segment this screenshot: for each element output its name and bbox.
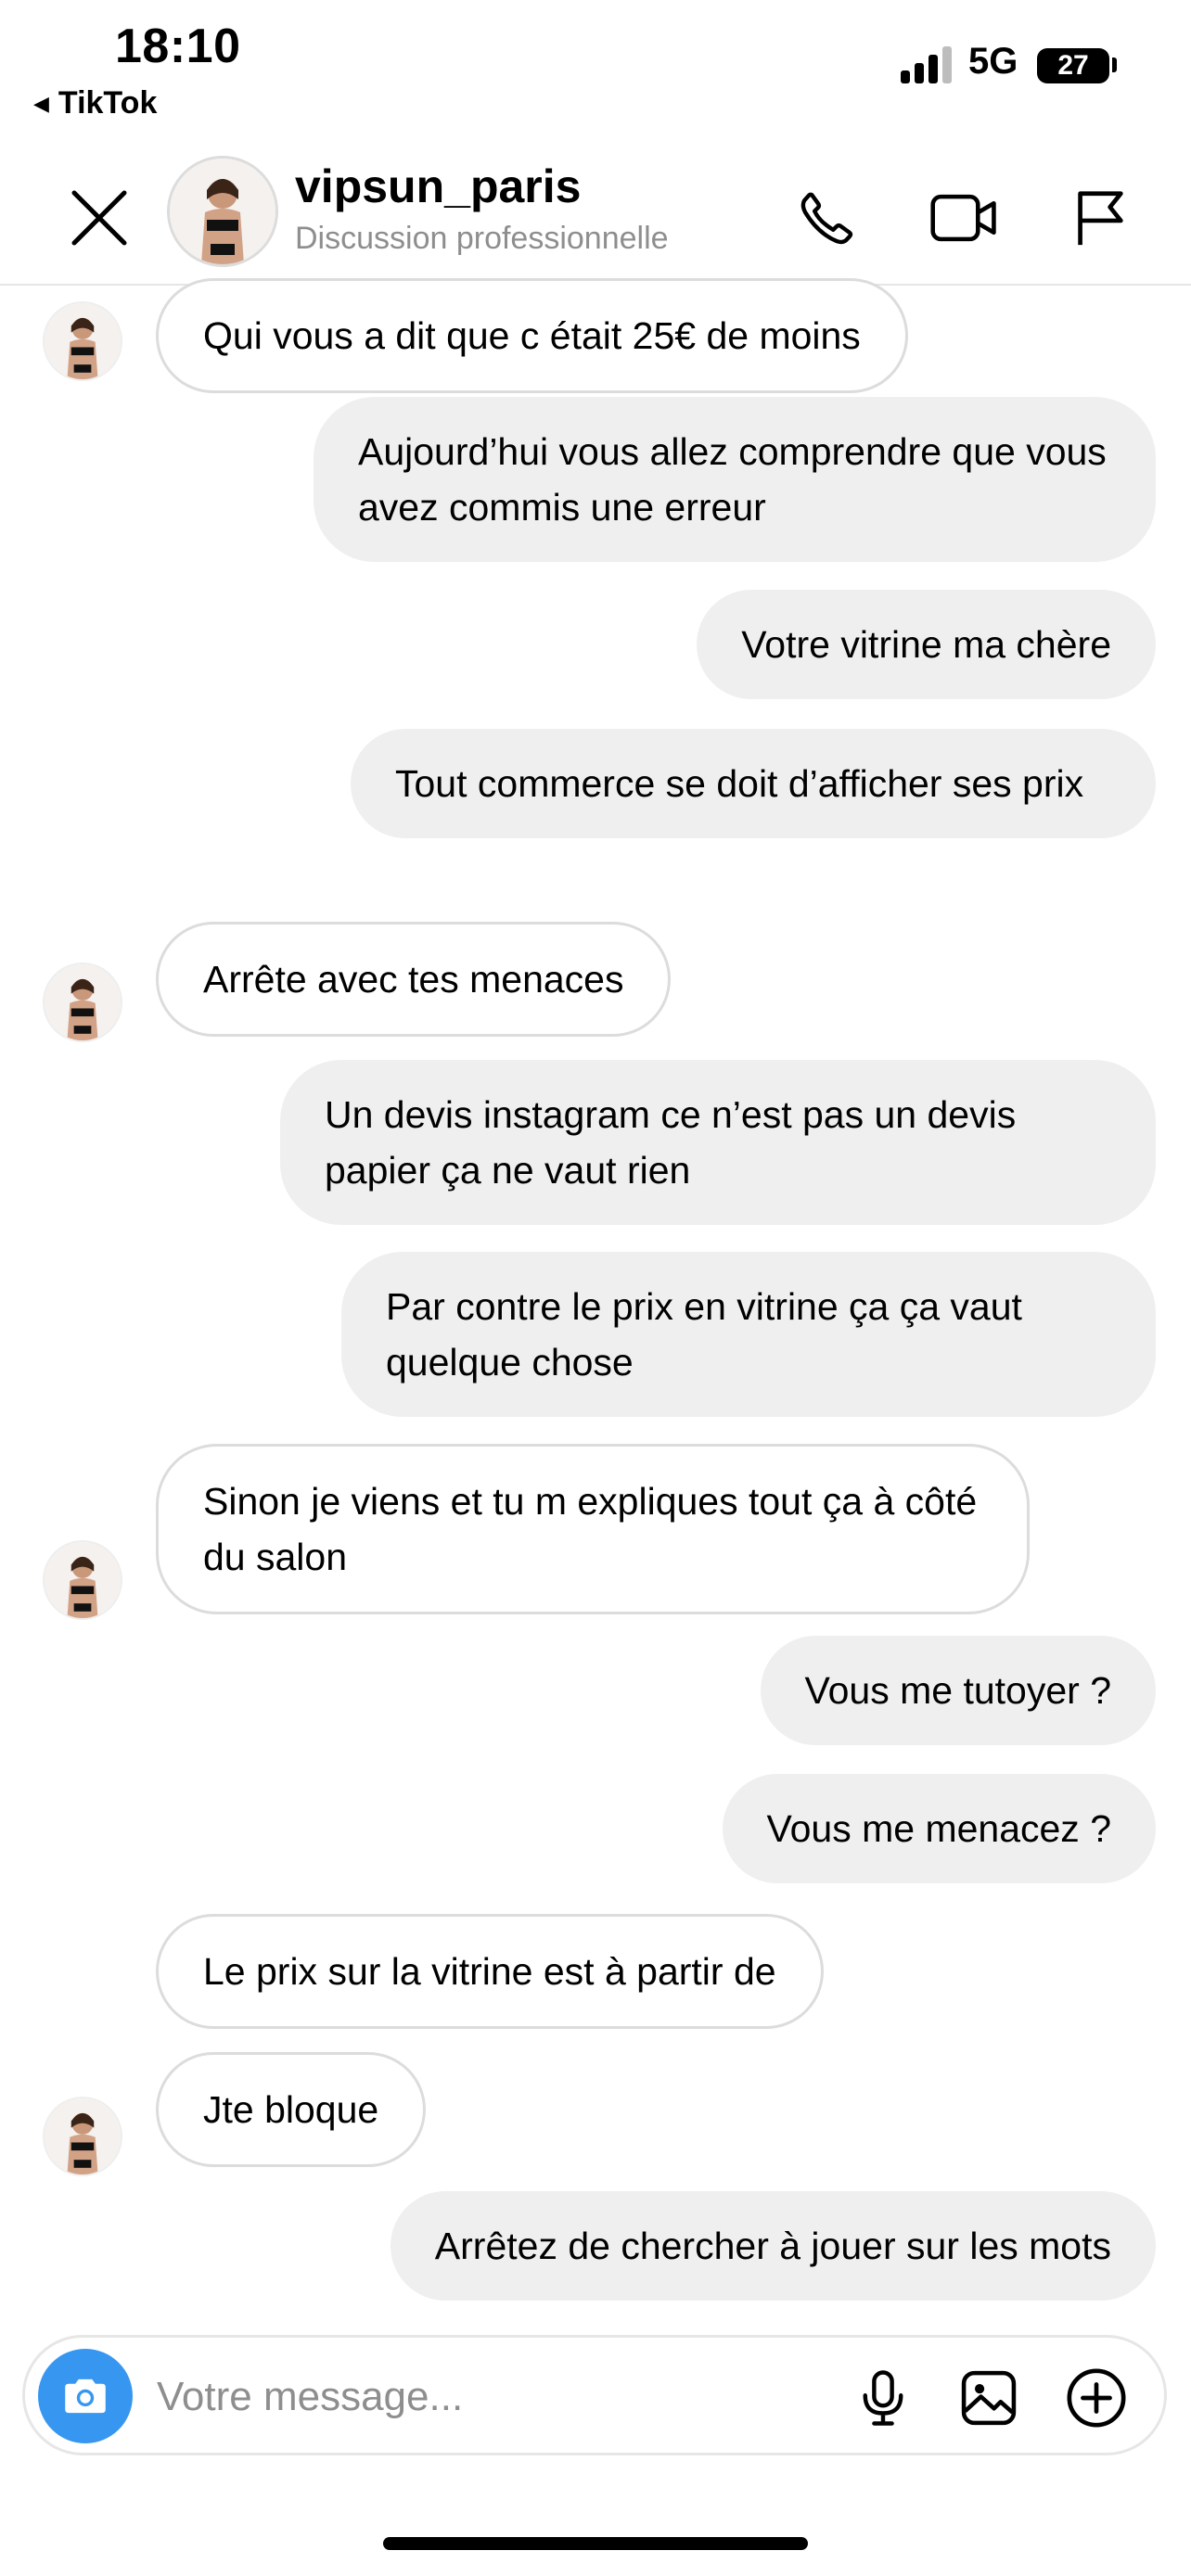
report-button[interactable] xyxy=(1057,176,1141,260)
message-outgoing[interactable]: Par contre le prix en vitrine ça ça vaut… xyxy=(341,1252,1156,1417)
network-type: 5G xyxy=(968,41,1018,82)
microphone-icon xyxy=(863,2370,903,2426)
sender-avatar[interactable] xyxy=(43,1540,122,1620)
camera-button[interactable] xyxy=(38,2349,133,2443)
voice-message-button[interactable] xyxy=(841,2356,925,2440)
video-call-button[interactable] xyxy=(918,176,1011,260)
message-outgoing[interactable]: Vous me menacez ? xyxy=(722,1774,1156,1883)
more-options-button[interactable] xyxy=(1055,2356,1138,2440)
plus-icon xyxy=(1067,2368,1126,2428)
message-outgoing[interactable]: Aujourd’hui vous allez comprendre que vo… xyxy=(314,397,1156,562)
back-to-app-link[interactable]: ◀ TikTok xyxy=(33,85,157,121)
profile-avatar[interactable] xyxy=(167,156,278,267)
avatar-photo xyxy=(45,1542,121,1618)
message-outgoing[interactable]: Tout commerce se doit d’afficher ses pri… xyxy=(351,729,1156,838)
close-button[interactable] xyxy=(58,176,141,260)
chat-username[interactable]: vipsun_paris xyxy=(295,159,581,213)
battery-tip xyxy=(1112,57,1117,72)
chat-header: vipsun_paris Discussion professionnelle xyxy=(0,148,1191,286)
message-incoming[interactable]: Arrête avec tes menaces xyxy=(156,922,672,1037)
message-incoming[interactable]: Qui vous a dit que c était 25€ de moins xyxy=(156,278,908,393)
phone-icon xyxy=(800,192,853,245)
avatar-photo xyxy=(45,2098,121,2174)
message-outgoing[interactable]: Arrêtez de chercher à jouer sur les mots xyxy=(390,2191,1156,2301)
video-camera-icon xyxy=(930,194,996,242)
voice-call-button[interactable] xyxy=(785,176,868,260)
message-outgoing[interactable]: Votre vitrine ma chère xyxy=(697,590,1156,699)
direct-message-screen: 18:10 ◀ TikTok 5G 27 vipsun_paris Discus… xyxy=(0,0,1191,2576)
chat-subtitle: Discussion professionnelle xyxy=(295,221,669,256)
back-app-label: TikTok xyxy=(58,85,158,121)
avatar-photo xyxy=(45,303,121,379)
message-outgoing[interactable]: Vous me tutoyer ? xyxy=(760,1636,1156,1745)
cellular-signal-icon xyxy=(901,45,956,83)
message-input[interactable] xyxy=(157,2369,806,2425)
battery-icon: 27 xyxy=(1037,48,1109,83)
flag-icon xyxy=(1078,191,1123,246)
sender-avatar[interactable] xyxy=(43,963,122,1042)
close-icon xyxy=(71,190,127,246)
avatar-photo xyxy=(170,159,275,264)
sender-avatar[interactable] xyxy=(43,2097,122,2176)
back-triangle-icon: ◀ xyxy=(33,91,49,115)
gallery-button[interactable] xyxy=(947,2356,1031,2440)
message-incoming[interactable]: Sinon je viens et tu m expliques tout ça… xyxy=(156,1444,1030,1614)
message-outgoing[interactable]: Un devis instagram ce n’est pas un devis… xyxy=(280,1060,1156,1225)
sender-avatar[interactable] xyxy=(43,301,122,381)
status-time: 18:10 xyxy=(115,19,241,73)
camera-icon xyxy=(65,2378,106,2414)
avatar-photo xyxy=(45,964,121,1040)
message-incoming[interactable]: Le prix sur la vitrine est à partir de xyxy=(156,1914,824,2029)
image-icon xyxy=(961,2370,1017,2426)
message-composer xyxy=(22,2335,1167,2455)
message-incoming[interactable]: Jte bloque xyxy=(156,2052,427,2167)
home-indicator[interactable] xyxy=(383,2537,808,2550)
